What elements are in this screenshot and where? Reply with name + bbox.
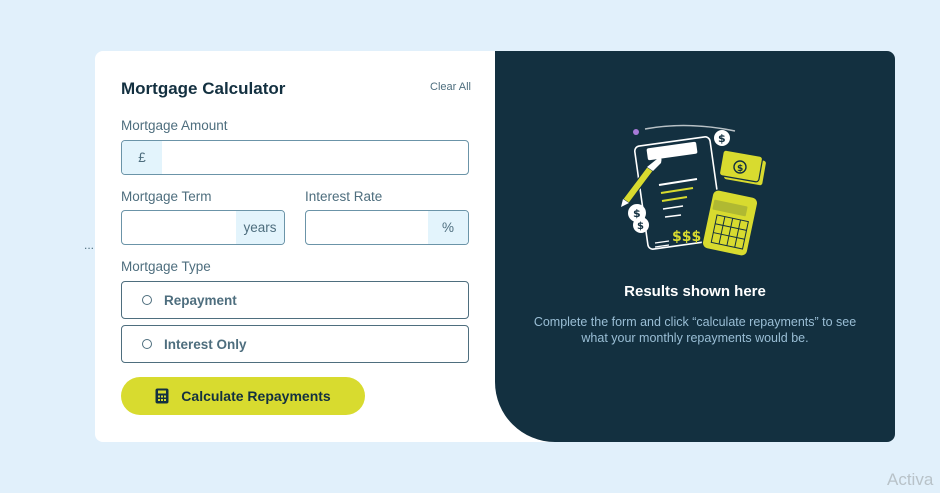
page-title: Mortgage Calculator bbox=[121, 79, 286, 98]
svg-text:$: $ bbox=[637, 221, 644, 232]
svg-text:$: $ bbox=[737, 164, 743, 174]
rate-suffix: % bbox=[428, 211, 468, 244]
radio-option-repayment[interactable]: Repayment bbox=[121, 281, 469, 319]
results-panel: $$$ $ $ $ $ Results shown here Complete … bbox=[495, 51, 895, 442]
mortgage-amount-label: Mortgage Amount bbox=[121, 118, 228, 133]
mortgage-term-field: years bbox=[121, 210, 285, 245]
radio-circle-icon bbox=[142, 295, 152, 305]
results-description: Complete the form and click “calculate r… bbox=[533, 315, 857, 345]
activation-watermark: Activa bbox=[887, 470, 934, 489]
interest-rate-label: Interest Rate bbox=[305, 189, 383, 204]
clear-all-link[interactable]: Clear All bbox=[430, 81, 471, 93]
svg-text:$: $ bbox=[718, 132, 726, 145]
interest-rate-input[interactable] bbox=[306, 211, 428, 244]
radio-option-label: Interest Only bbox=[164, 336, 247, 352]
results-title: Results shown here bbox=[624, 283, 766, 300]
svg-text:$$$: $$$ bbox=[672, 229, 701, 245]
radio-circle-icon bbox=[142, 339, 152, 349]
interest-rate-field: % bbox=[305, 210, 469, 245]
mortgage-amount-field: £ bbox=[121, 140, 469, 175]
radio-option-interest-only[interactable]: Interest Only bbox=[121, 325, 469, 363]
mortgage-amount-input[interactable] bbox=[162, 141, 468, 174]
mortgage-type-label: Mortgage Type bbox=[121, 259, 211, 274]
currency-prefix: £ bbox=[122, 141, 162, 174]
calculator-icon bbox=[155, 388, 169, 404]
empty-results-illustration: $$$ $ $ $ $ bbox=[621, 124, 768, 257]
radio-option-label: Repayment bbox=[164, 292, 237, 308]
calculator-card: Mortgage Calculator Clear All Mortgage A… bbox=[95, 51, 895, 442]
calculate-button-label: Calculate Repayments bbox=[181, 388, 331, 404]
calculate-repayments-button[interactable]: Calculate Repayments bbox=[121, 377, 365, 415]
term-suffix: years bbox=[236, 211, 284, 244]
overflow-ellipsis: ... bbox=[84, 238, 95, 252]
mortgage-term-input[interactable] bbox=[122, 211, 236, 244]
mortgage-form: Mortgage Calculator Clear All Mortgage A… bbox=[95, 51, 495, 442]
mortgage-term-label: Mortgage Term bbox=[121, 189, 212, 204]
